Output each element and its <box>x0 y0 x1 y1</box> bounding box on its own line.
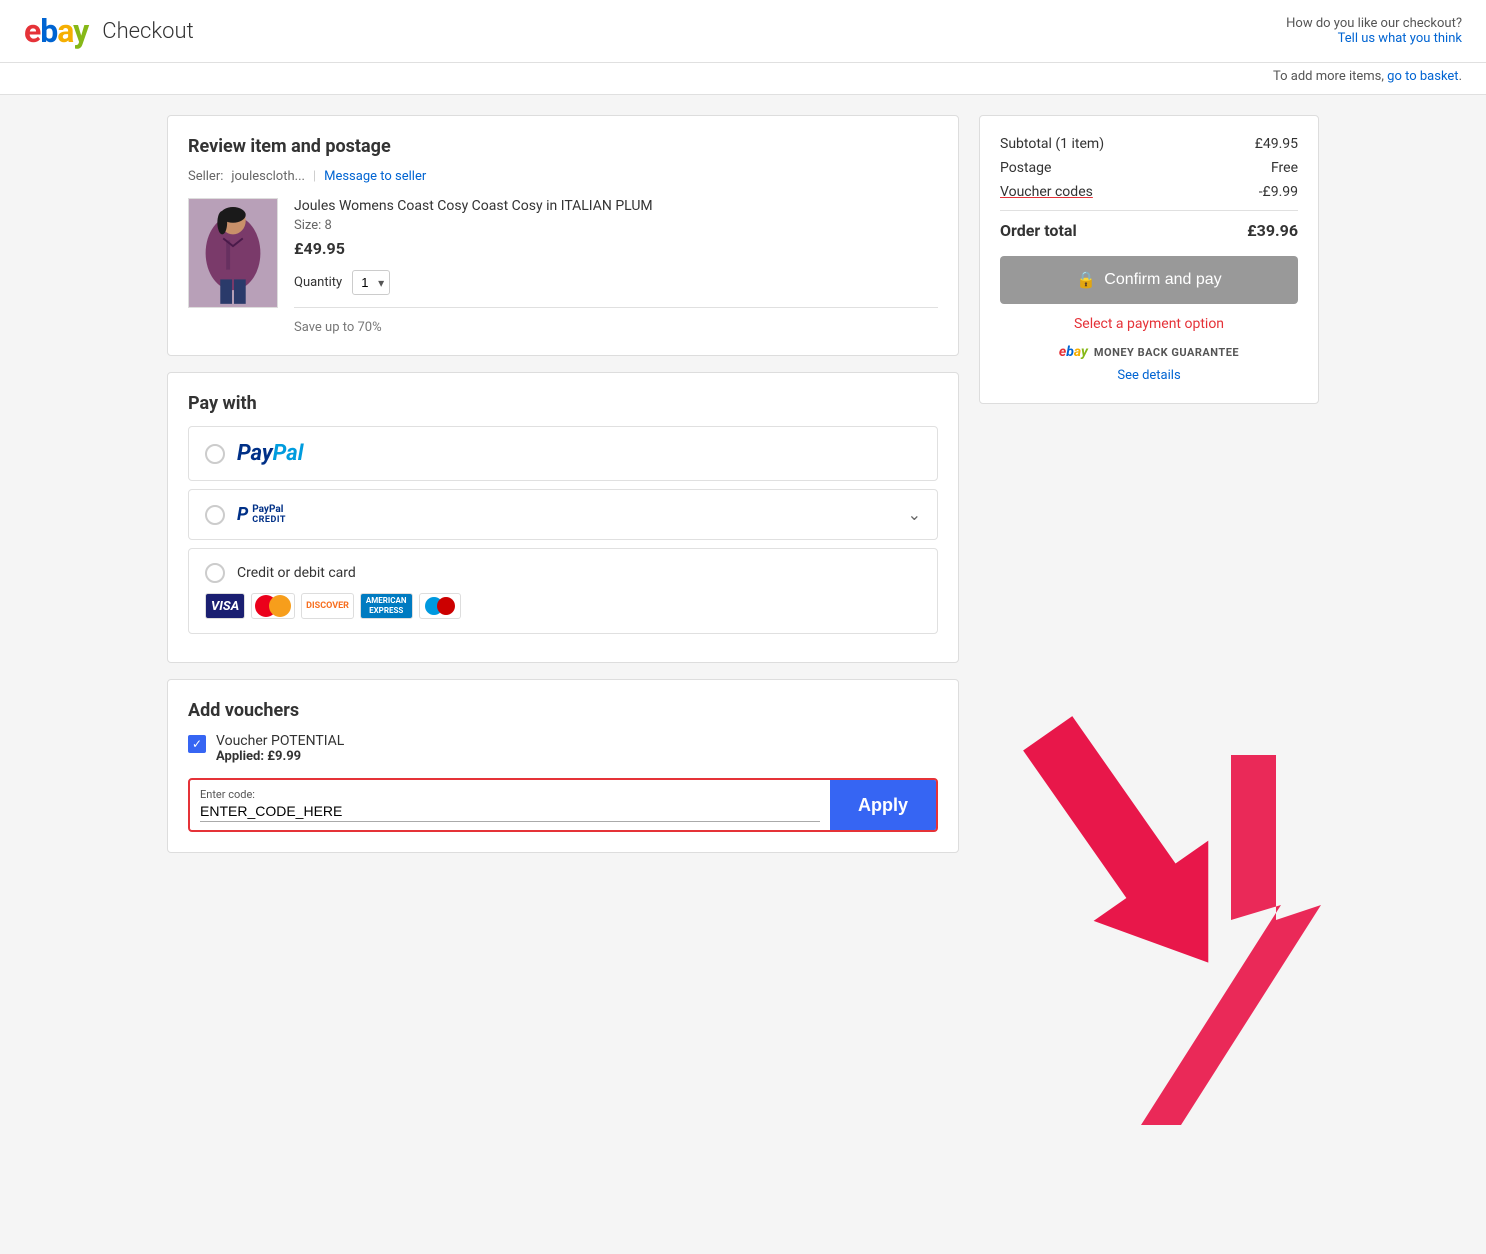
confirm-pay-button[interactable]: 🔒 Confirm and pay <box>1000 256 1298 304</box>
voucher-input-wrapper: Enter code: Apply <box>188 778 938 832</box>
page-title: Checkout <box>102 19 193 44</box>
summary-divider <box>1000 210 1298 211</box>
main-container: Review item and postage Seller: joulescl… <box>143 95 1343 873</box>
see-details: See details <box>1000 368 1298 383</box>
item-price: £49.95 <box>294 239 938 258</box>
confirm-pay-label: Confirm and pay <box>1104 271 1221 289</box>
basket-suffix: . <box>1459 69 1462 84</box>
postage-value: Free <box>1271 160 1298 176</box>
paypal-credit-logo: P PayPal CREDIT <box>237 504 286 525</box>
logo-e: e <box>24 12 40 50</box>
see-details-link[interactable]: See details <box>1117 368 1180 383</box>
card-option-label: Credit or debit card <box>237 565 356 581</box>
pp-credit-line1: PayPal <box>252 504 286 515</box>
voucher-text-block: Voucher POTENTIAL Applied: £9.99 <box>216 733 344 764</box>
vouchers-title: Add vouchers <box>188 700 938 721</box>
apply-button[interactable]: Apply <box>830 780 936 830</box>
logo-y: y <box>73 12 88 50</box>
money-back-text: MONEY BACK GUARANTEE <box>1094 346 1239 359</box>
quantity-row: Quantity 1 2 3 <box>294 270 938 295</box>
feedback-prompt: How do you like our checkout? <box>1286 16 1462 31</box>
go-to-basket-link[interactable]: go to basket <box>1387 69 1458 84</box>
item-row: Joules Womens Coast Cosy Coast Cosy in I… <box>188 198 938 335</box>
voucher-code-input[interactable] <box>200 803 820 822</box>
lock-icon: 🔒 <box>1076 270 1096 290</box>
paypal-credit-option[interactable]: P PayPal CREDIT ⌄ <box>188 489 938 540</box>
seller-label: Seller: <box>188 169 223 184</box>
item-divider <box>294 307 938 308</box>
expand-icon[interactable]: ⌄ <box>908 505 921 524</box>
left-column: Review item and postage Seller: joulescl… <box>167 115 959 853</box>
logo-b: b <box>40 12 57 50</box>
feedback-link[interactable]: Tell us what you think <box>1338 31 1462 46</box>
save-text: Save up to 70% <box>294 320 938 335</box>
postage-row: Postage Free <box>1000 160 1298 176</box>
paypal-radio[interactable] <box>205 444 225 464</box>
subtotal-value: £49.95 <box>1255 136 1298 152</box>
mastercard-logo <box>251 593 295 619</box>
credit-card-option[interactable]: Credit or debit card VISA DISCOVER AMERI… <box>188 548 938 634</box>
select-payment-message: Select a payment option <box>1000 316 1298 332</box>
voucher-input-inner: Enter code: <box>190 780 830 830</box>
seller-row: Seller: joulescloth... | Message to sell… <box>188 169 938 184</box>
voucher-input-label: Enter code: <box>200 788 820 801</box>
pay-with-title: Pay with <box>188 393 938 414</box>
postage-label: Postage <box>1000 160 1051 176</box>
money-back-guarantee: ebay MONEY BACK GUARANTEE <box>1000 344 1298 360</box>
voucher-item: Voucher POTENTIAL Applied: £9.99 <box>188 733 938 764</box>
quantity-label: Quantity <box>294 275 342 290</box>
card-logos: VISA DISCOVER AMERICANEXPRESS <box>205 593 921 619</box>
voucher-checkbox[interactable] <box>188 735 206 753</box>
order-total-label: Order total <box>1000 221 1077 240</box>
maestro-logo <box>419 593 461 619</box>
ebay-small-logo: ebay <box>1059 344 1088 360</box>
voucher-row: Voucher codes -£9.99 <box>1000 184 1298 200</box>
seller-name: joulescloth... <box>231 169 305 184</box>
review-title: Review item and postage <box>188 136 938 157</box>
paypal-credit-left: P PayPal CREDIT <box>205 504 286 525</box>
header-left: ebay Checkout <box>24 12 194 50</box>
voucher-input-section: Enter code: Apply <box>188 778 938 832</box>
seller-divider: | <box>313 169 316 184</box>
pp-icon: P <box>237 504 248 525</box>
item-name: Joules Womens Coast Cosy Coast Cosy in I… <box>294 198 938 214</box>
quantity-wrapper: 1 2 3 <box>352 270 390 295</box>
vouchers-card: Add vouchers Voucher POTENTIAL Applied: … <box>167 679 959 853</box>
paypal-credit-radio[interactable] <box>205 505 225 525</box>
right-column: Subtotal (1 item) £49.95 Postage Free Vo… <box>979 115 1319 853</box>
ebay-logo: ebay <box>24 12 88 50</box>
pp-credit-line2: CREDIT <box>252 515 286 525</box>
order-total-row: Order total £39.96 <box>1000 221 1298 240</box>
voucher-codes-label: Voucher codes <box>1000 184 1093 200</box>
subtotal-row: Subtotal (1 item) £49.95 <box>1000 136 1298 152</box>
visa-logo: VISA <box>205 593 245 619</box>
credit-card-top: Credit or debit card <box>205 563 921 583</box>
item-details: Joules Womens Coast Cosy Coast Cosy in I… <box>294 198 938 335</box>
amex-logo: AMERICANEXPRESS <box>360 593 413 619</box>
subheader: To add more items, go to basket. <box>0 63 1486 95</box>
pay-with-card: Pay with PayPal P PayPal CREDIT <box>167 372 959 663</box>
quantity-select[interactable]: 1 2 3 <box>352 270 390 295</box>
basket-prompt: To add more items, <box>1273 69 1384 84</box>
item-size: Size: 8 <box>294 218 938 233</box>
voucher-name: Voucher POTENTIAL <box>216 733 344 749</box>
voucher-applied: Applied: £9.99 <box>216 749 344 764</box>
order-summary: Subtotal (1 item) £49.95 Postage Free Vo… <box>979 115 1319 404</box>
review-card: Review item and postage Seller: joulescl… <box>167 115 959 356</box>
discover-logo: DISCOVER <box>301 593 354 619</box>
paypal-logo: PayPal <box>237 441 303 466</box>
item-image <box>188 198 278 308</box>
logo-a: a <box>57 12 73 50</box>
paypal-option[interactable]: PayPal <box>188 426 938 481</box>
voucher-discount-value: -£9.99 <box>1259 184 1298 200</box>
header: ebay Checkout How do you like our checko… <box>0 0 1486 63</box>
subtotal-label: Subtotal (1 item) <box>1000 136 1104 152</box>
header-right: How do you like our checkout? Tell us wh… <box>1286 16 1462 46</box>
order-total-value: £39.96 <box>1247 221 1298 240</box>
card-radio[interactable] <box>205 563 225 583</box>
message-seller-link[interactable]: Message to seller <box>324 169 426 184</box>
